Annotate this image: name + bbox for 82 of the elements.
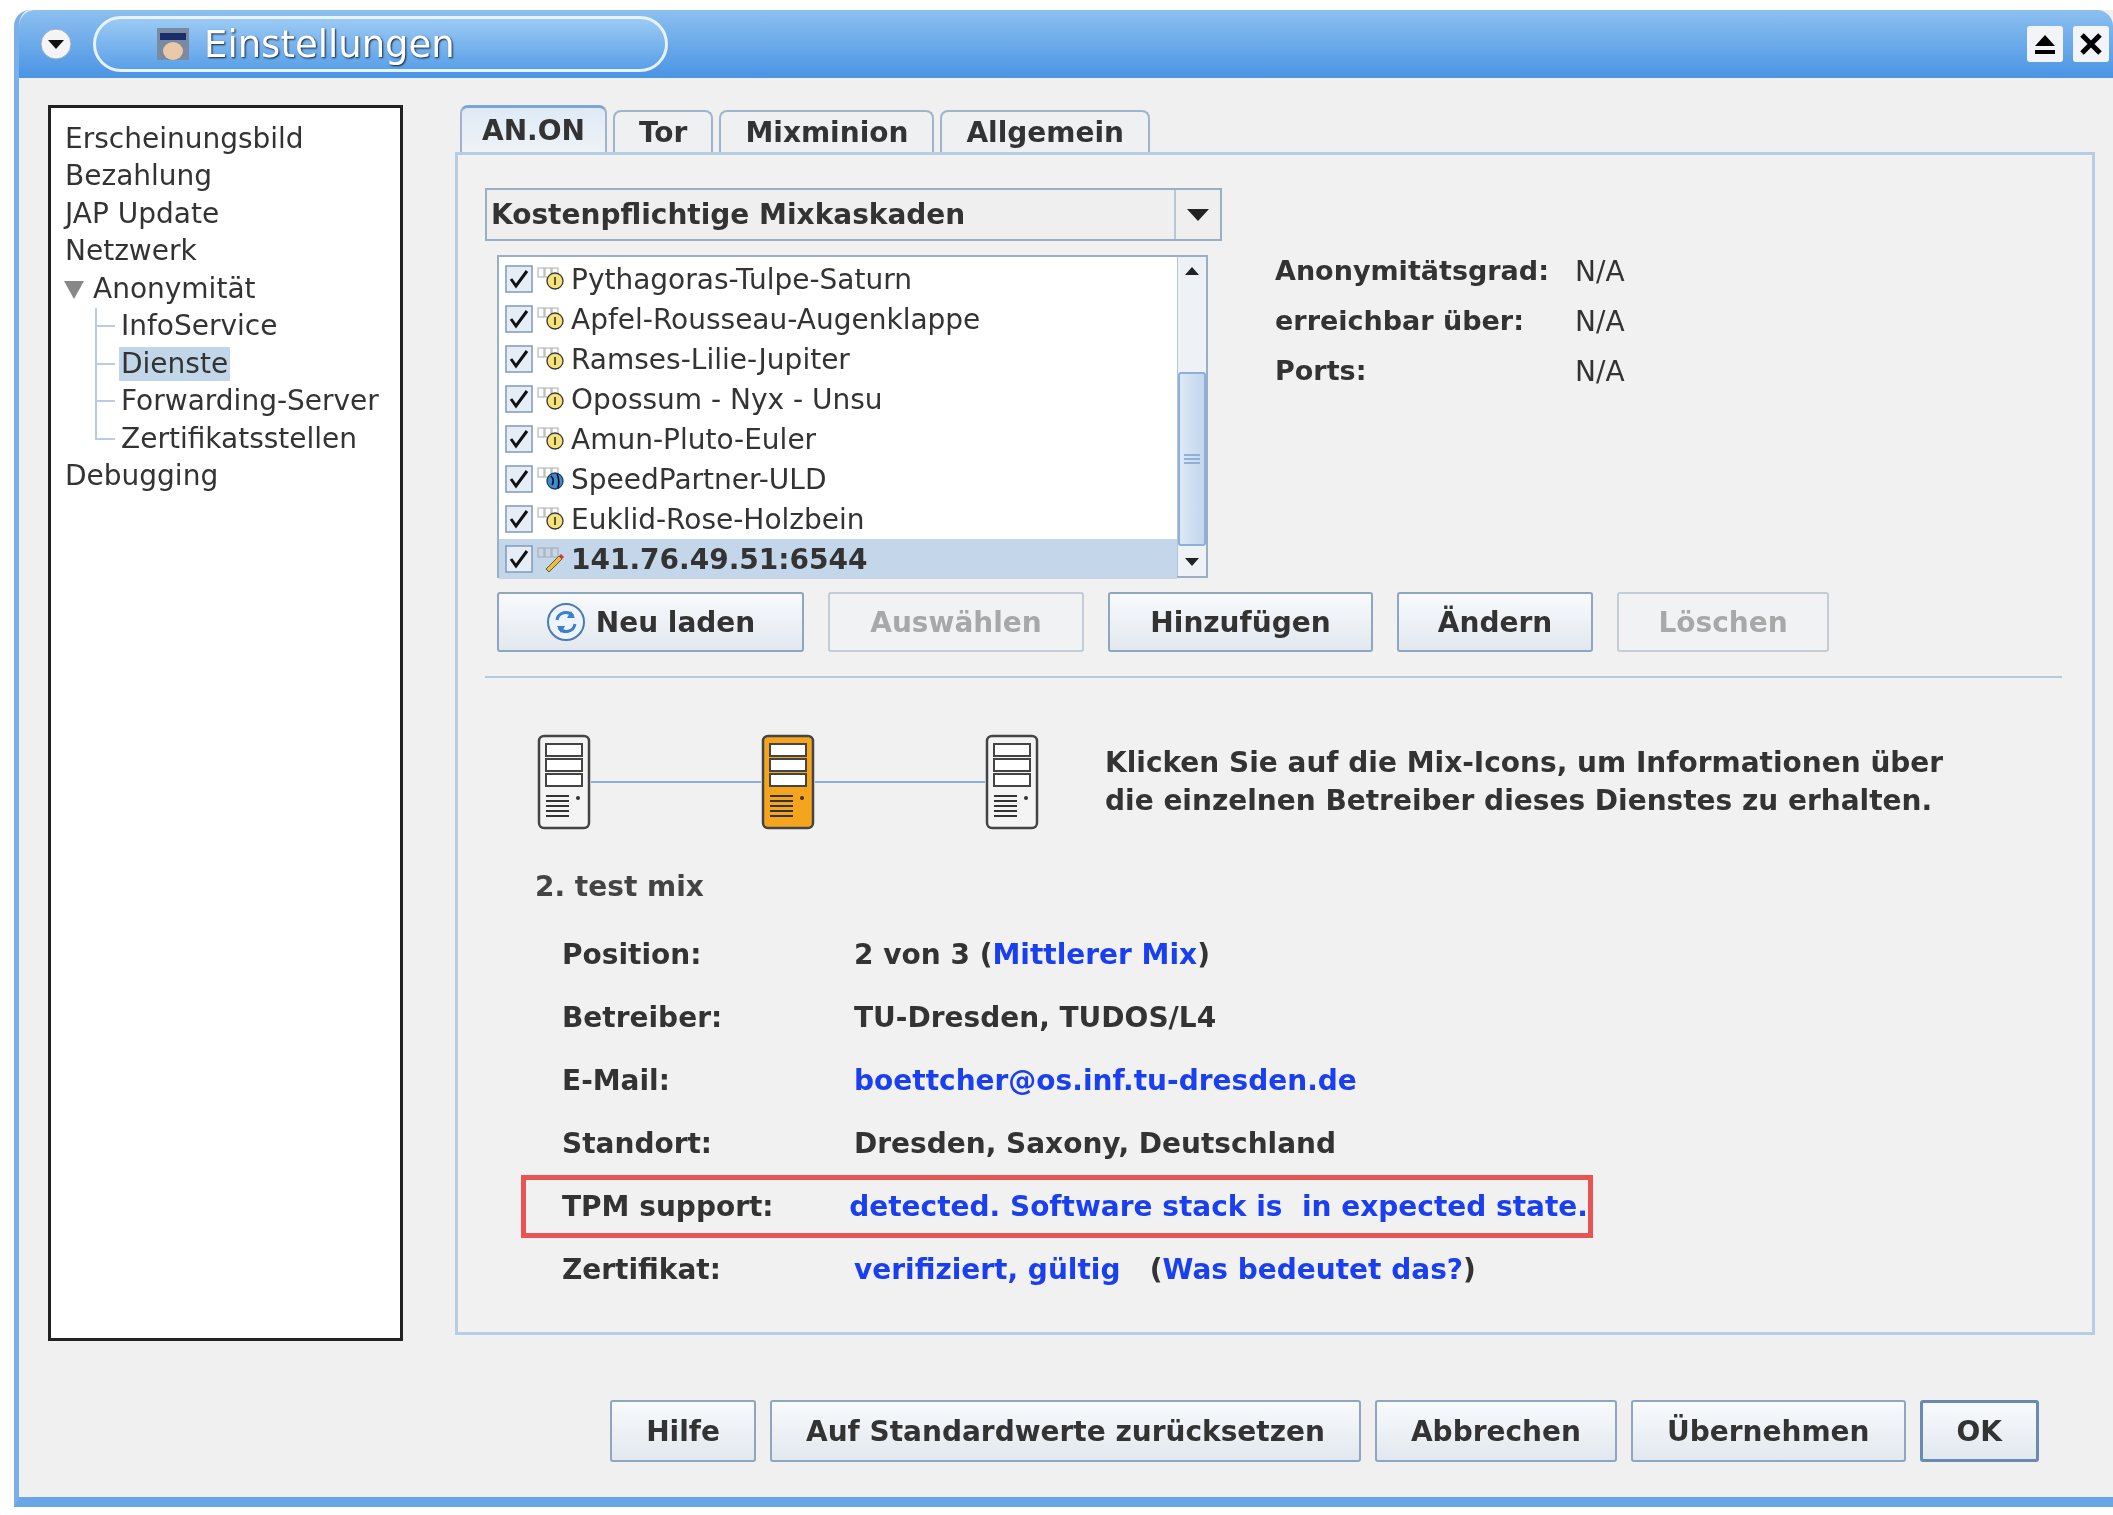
mix-title: 2. test mix xyxy=(535,870,705,903)
tab[interactable]: Tor xyxy=(613,110,714,152)
detail-value: verifiziert, gültig (Was bedeutet das?) xyxy=(854,1253,1476,1286)
app-icon xyxy=(156,27,190,61)
detail-value: 2 von 3 (Mittlerer Mix) xyxy=(854,938,1210,971)
list-row[interactable]: Apfel-Rousseau-Augenklappe xyxy=(499,299,1177,339)
shade-button[interactable] xyxy=(2027,26,2063,62)
mix-hint: Klicken Sie auf die Mix-Icons, um Informationen über die einzelnen Betreiber dieses Dienstes zu erhalten. xyxy=(1105,745,1944,819)
dialog-button[interactable]: OK xyxy=(1919,1400,2039,1462)
link[interactable]: boettcher@os.inf.tu-dresden.de xyxy=(854,1064,1357,1097)
list-row[interactable]: Euklid-Rose-Holzbein xyxy=(499,499,1177,539)
tab[interactable]: Mixminion xyxy=(719,110,935,152)
dropdown-arrow-icon xyxy=(1187,208,1209,221)
detail-label: TPM support: xyxy=(562,1190,775,1223)
reload-icon xyxy=(545,602,586,642)
list-row[interactable]: Opossum - Nyx - Unsu xyxy=(499,379,1177,419)
cascade-name: 141.76.49.51:6544 xyxy=(571,542,868,576)
window-title: Einstellungen xyxy=(204,22,455,66)
cascade-name: Pythagoras-Tulpe-Saturn xyxy=(571,262,912,296)
detail-value: Dresden, Saxony, Deutschland xyxy=(854,1127,1337,1160)
detail-label: Zertifikat: xyxy=(562,1253,722,1286)
detail-label: Standort: xyxy=(562,1127,714,1160)
tree-item[interactable]: Dienste xyxy=(119,346,231,381)
list-row[interactable]: Amun-Pluto-Euler xyxy=(499,419,1177,459)
dialog-button[interactable]: Abbrechen xyxy=(1374,1400,1617,1462)
cascade-dropdown[interactable]: Kostenpflichtige Mixkaskaden xyxy=(485,188,1222,241)
link[interactable]: Was bedeutet das? xyxy=(1162,1253,1464,1286)
tree-item[interactable]: Anonymität xyxy=(91,271,258,306)
info-label: Anonymitätsgrad: xyxy=(1275,255,1550,288)
tab[interactable]: AN.ON xyxy=(460,105,607,152)
detail-label: E-Mail: xyxy=(562,1064,671,1097)
cascade-name: Amun-Pluto-Euler xyxy=(571,422,817,456)
checkbox[interactable] xyxy=(505,425,533,453)
tree-item[interactable]: Forwarding-Server xyxy=(119,384,381,419)
link[interactable]: verifiziert, gültig xyxy=(854,1253,1121,1286)
list-row[interactable]: Pythagoras-Tulpe-Saturn xyxy=(499,259,1177,299)
action-button[interactable]: Hinzufügen xyxy=(1108,592,1373,652)
detail-label: Position: xyxy=(562,938,703,971)
detail-label: Betreiber: xyxy=(562,1001,724,1034)
tree-item[interactable]: Erscheinungsbild xyxy=(63,121,306,156)
list-row[interactable]: 141.76.49.51:6544 xyxy=(499,539,1177,579)
info-label: erreichbar über: xyxy=(1275,305,1525,338)
checkbox[interactable] xyxy=(505,465,533,493)
cascade-name: Apfel-Rousseau-Augenklappe xyxy=(571,302,981,336)
list-row[interactable]: SpeedPartner-ULD xyxy=(499,459,1177,499)
window-menu-button[interactable] xyxy=(39,27,73,61)
info-value: N/A xyxy=(1575,255,1625,290)
server-icon[interactable] xyxy=(985,734,1039,830)
link[interactable]: detected. Software stack is in expected state. xyxy=(849,1190,1588,1223)
tab[interactable]: Allgemein xyxy=(940,110,1151,152)
info-value: N/A xyxy=(1575,305,1625,340)
tree-item[interactable]: Netzwerk xyxy=(63,234,199,269)
scrollbar[interactable] xyxy=(1177,257,1206,576)
dialog-button[interactable]: Auf Standardwerte zurücksetzen xyxy=(770,1400,1361,1462)
tree-item[interactable]: JAP Update xyxy=(63,196,222,231)
tree-item[interactable]: Zertifikatsstellen xyxy=(119,421,360,456)
detail-value: TU-Dresden, TUDOS/L4 xyxy=(854,1001,1217,1034)
action-button[interactable]: Neu laden xyxy=(497,592,804,652)
scroll-thumb[interactable] xyxy=(1178,372,1206,546)
info-value: N/A xyxy=(1575,355,1625,390)
cascade-name: Ramses-Lilie-Jupiter xyxy=(571,342,850,376)
checkbox[interactable] xyxy=(505,505,533,533)
server-icon[interactable] xyxy=(537,734,591,830)
cascade-name: Euklid-Rose-Holzbein xyxy=(571,502,865,536)
tree-item[interactable]: Debugging xyxy=(63,459,221,494)
checkbox[interactable] xyxy=(505,345,533,373)
checkbox[interactable] xyxy=(505,305,533,333)
checkbox[interactable] xyxy=(505,545,533,573)
tree-item[interactable]: Bezahlung xyxy=(63,159,215,194)
cascade-name: SpeedPartner-ULD xyxy=(571,462,827,496)
tree-item[interactable]: InfoService xyxy=(119,309,280,344)
dialog-button[interactable]: Hilfe xyxy=(610,1400,756,1462)
link[interactable]: Mittlerer Mix xyxy=(992,938,1198,971)
action-button[interactable]: Ändern xyxy=(1397,592,1593,652)
info-label: Ports: xyxy=(1275,355,1368,388)
cascade-name: Opossum - Nyx - Unsu xyxy=(571,382,883,416)
server-icon[interactable] xyxy=(761,734,815,830)
checkbox[interactable] xyxy=(505,265,533,293)
checkbox[interactable] xyxy=(505,385,533,413)
dialog-button[interactable]: Übernehmen xyxy=(1630,1400,1906,1462)
list-row[interactable]: Ramses-Lilie-Jupiter xyxy=(499,339,1177,379)
close-button[interactable] xyxy=(2073,26,2109,62)
